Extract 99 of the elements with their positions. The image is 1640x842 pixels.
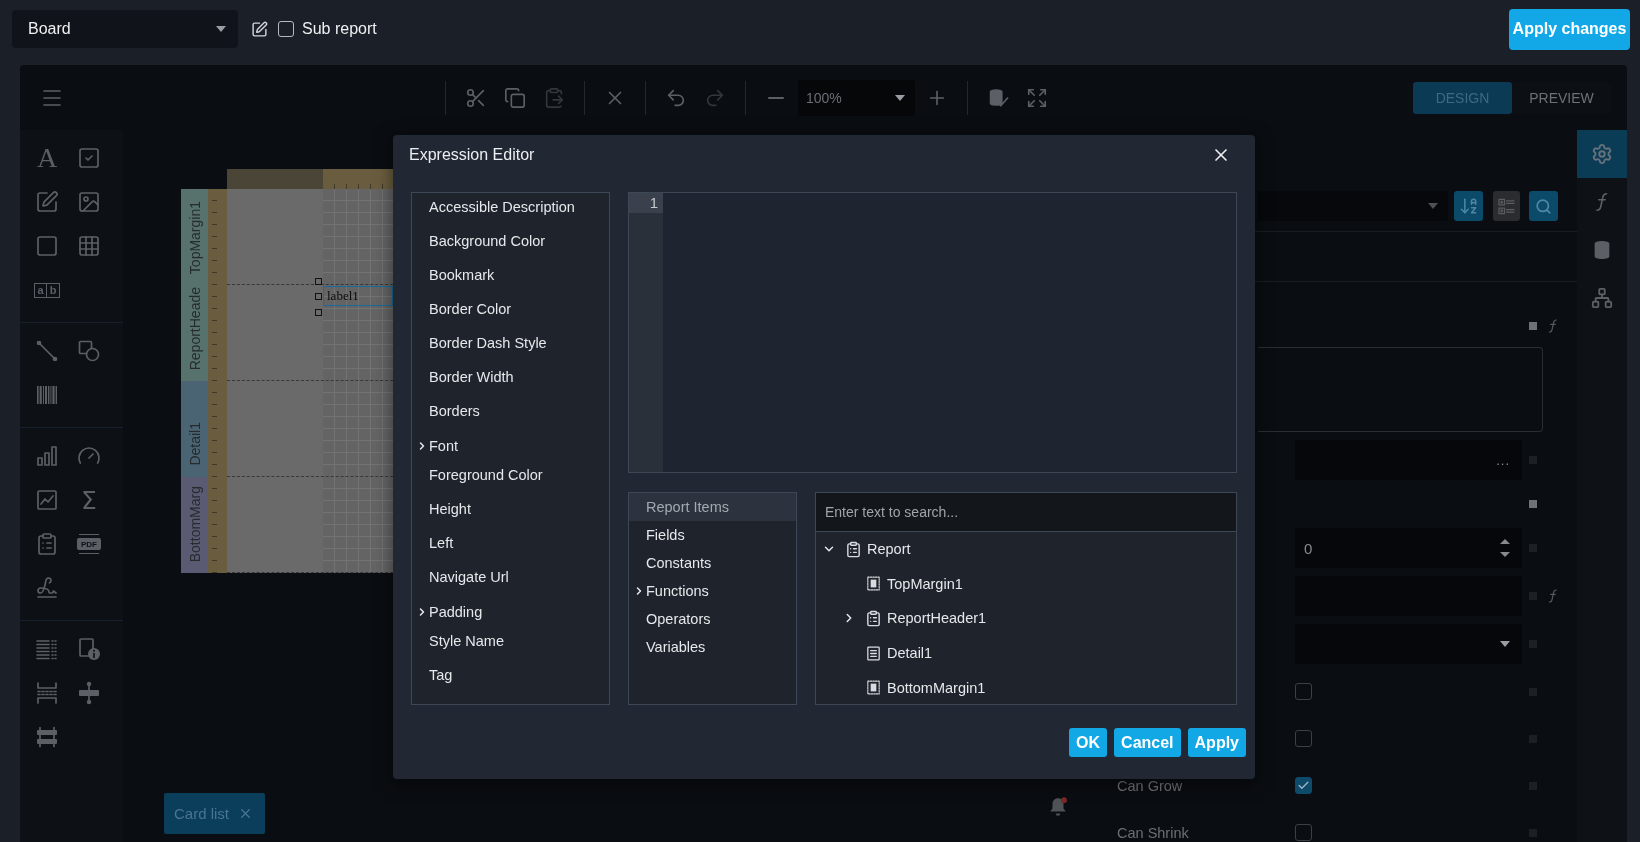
- line-chart-icon: [35, 488, 59, 512]
- search-icon: [1535, 197, 1552, 215]
- clipboard-icon: [865, 610, 882, 627]
- caret-icon: [1428, 203, 1438, 209]
- paste-icon: [543, 86, 565, 109]
- document-info-icon: [77, 637, 101, 661]
- property-item[interactable]: Accessible Description: [412, 193, 609, 227]
- report-select[interactable]: Board: [12, 10, 238, 48]
- property-item[interactable]: Tag: [412, 661, 609, 695]
- property-item[interactable]: Foreground Color: [412, 461, 609, 495]
- band-name: BottomMarg: [186, 485, 203, 562]
- category-item[interactable]: Constants: [629, 549, 796, 577]
- band-name: Detail1: [186, 422, 203, 466]
- double-bar-icon: [35, 725, 59, 749]
- sort-button[interactable]: [1454, 191, 1483, 221]
- sort-az-icon: [1458, 196, 1479, 216]
- crossed-bar-icon: [77, 681, 101, 705]
- checkbox[interactable]: [1295, 777, 1312, 794]
- close-icon[interactable]: [238, 806, 253, 821]
- tree-item[interactable]: Detail1: [816, 635, 1236, 671]
- property-marker-icon[interactable]: [1529, 500, 1537, 508]
- lines-square-icon: [865, 644, 882, 662]
- copy-icon: [504, 86, 526, 109]
- property-item[interactable]: Padding: [412, 597, 609, 627]
- comb-cell: a: [34, 282, 47, 298]
- checkbox[interactable]: [278, 21, 294, 37]
- property-item[interactable]: Border Width: [412, 363, 609, 397]
- line-icon: [35, 339, 59, 363]
- tree-item[interactable]: Report: [816, 532, 1236, 567]
- expand-arrows-icon: [1026, 86, 1048, 109]
- property-label: Can Grow: [1116, 777, 1183, 794]
- notification-bell-icon[interactable]: [1047, 796, 1069, 818]
- search-button[interactable]: [1529, 191, 1558, 221]
- comb-cell: b: [47, 282, 60, 298]
- categorize-button[interactable]: [1493, 191, 1520, 221]
- barcode-icon: [35, 383, 59, 407]
- list-icon: [35, 637, 59, 661]
- band-name: ReportHeade: [186, 286, 203, 370]
- scissors-icon: [465, 86, 487, 109]
- signature-icon: [35, 576, 59, 600]
- tree-item[interactable]: TopMargin1: [816, 566, 1236, 602]
- ellipsis-button[interactable]: ...: [1496, 452, 1510, 468]
- tree-item[interactable]: BottomMargin1: [816, 670, 1236, 704]
- checkmark-icon: [1297, 779, 1310, 792]
- checkbox-label: Sub report: [302, 20, 377, 38]
- database-check-icon: [987, 86, 1009, 109]
- line-number: 1: [629, 193, 663, 213]
- category-item[interactable]: Report Items: [629, 493, 796, 521]
- hierarchy-icon: [1591, 287, 1613, 309]
- property-item[interactable]: Style Name: [412, 627, 609, 661]
- checkbox-icon: [77, 146, 101, 170]
- tree-item[interactable]: ReportHeader1: [816, 601, 1236, 636]
- caret-icon: [216, 26, 226, 32]
- checkbox[interactable]: [1295, 824, 1312, 841]
- caret-icon: [895, 94, 905, 101]
- ellipsis-field[interactable]: ...: [1295, 440, 1522, 480]
- edit-icon[interactable]: [251, 20, 268, 38]
- property-item[interactable]: Left: [412, 529, 609, 563]
- grid-icon: [77, 234, 101, 258]
- square-icon: [35, 234, 59, 258]
- dropdown-field[interactable]: [1295, 624, 1522, 664]
- caret-icon: [1500, 641, 1510, 647]
- bar-chart-icon: [35, 444, 59, 468]
- search-field[interactable]: Enter text to search...: [816, 493, 1236, 532]
- page-break-icon: [35, 681, 59, 705]
- checkbox[interactable]: [1295, 683, 1312, 700]
- dotted-square-icon: [865, 679, 882, 697]
- clipboard-icon: [35, 532, 59, 556]
- property-item[interactable]: Borders: [412, 397, 609, 431]
- category-item[interactable]: Variables: [629, 633, 796, 661]
- category-item[interactable]: Operators: [629, 605, 796, 633]
- category-item[interactable]: Functions: [629, 577, 796, 605]
- shapes-icon: [77, 339, 101, 363]
- property-label: Can Shrink: [1116, 824, 1189, 841]
- band-name: TopMargin1: [186, 200, 203, 274]
- property-item[interactable]: Bookmark: [412, 261, 609, 295]
- text-area[interactable]: [1258, 347, 1543, 432]
- plus-list-icon: [1497, 196, 1516, 216]
- clipboard-icon: [845, 540, 862, 558]
- dialog-title: Expression Editor: [409, 146, 535, 164]
- dotted-square-icon: [865, 575, 882, 593]
- property-marker-icon[interactable]: [1529, 322, 1537, 330]
- pencil-square-icon: [35, 190, 59, 214]
- spinner-icon[interactable]: [1500, 538, 1510, 558]
- code-editor[interactable]: 1: [628, 192, 1237, 473]
- property-item[interactable]: Height: [412, 495, 609, 529]
- image-icon: [77, 190, 101, 214]
- property-item[interactable]: Border Color: [412, 295, 609, 329]
- property-item[interactable]: Border Dash Style: [412, 329, 609, 363]
- category-item[interactable]: Fields: [629, 521, 796, 549]
- number-field[interactable]: 0: [1295, 528, 1522, 568]
- property-item[interactable]: Navigate Url: [412, 563, 609, 597]
- gear-icon: [1591, 143, 1613, 165]
- property-item[interactable]: Background Color: [412, 227, 609, 261]
- checkbox[interactable]: [1295, 730, 1312, 747]
- property-item[interactable]: Font: [412, 431, 609, 461]
- minus-icon: [768, 96, 784, 99]
- side-tab[interactable]: [1577, 130, 1627, 178]
- zoom-select[interactable]: 100%: [798, 79, 915, 116]
